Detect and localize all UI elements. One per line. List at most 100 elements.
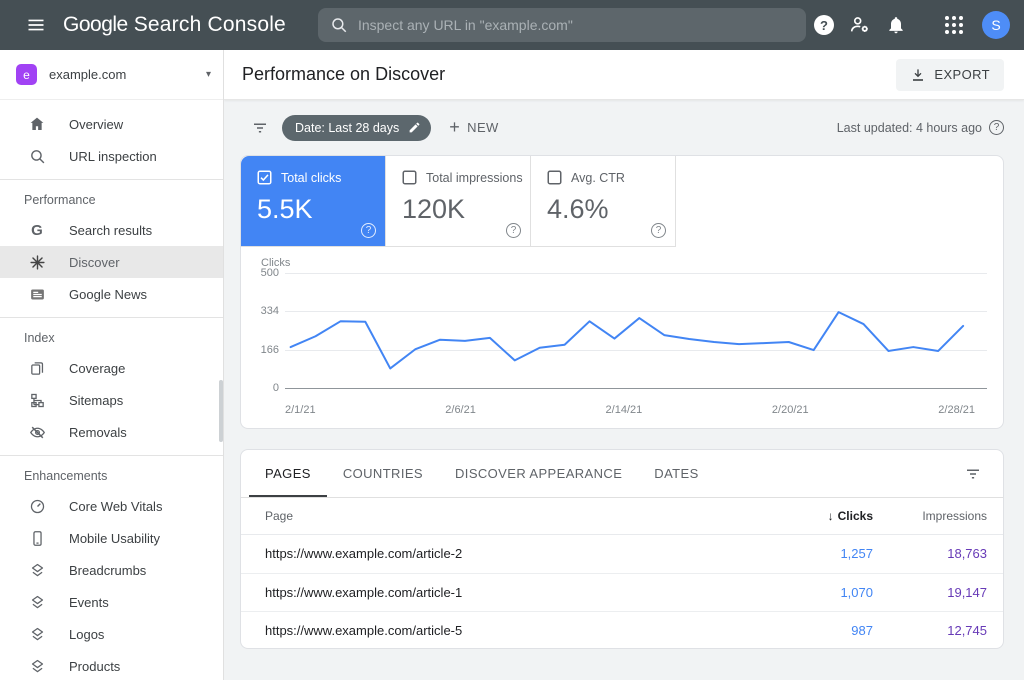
user-settings-button[interactable] [842,7,878,43]
date-filter-chip[interactable]: Date: Last 28 days [282,114,432,141]
sidebar-item-events[interactable]: Events [0,586,223,618]
last-updated-text: Last updated: 4 hours ago [836,120,982,135]
sidebar-item-removals[interactable]: Removals [0,416,223,448]
discover-sparkle-icon [28,253,46,271]
sidebar-item-label: Coverage [69,360,126,376]
filter-bar: Date: Last 28 days + NEW Last updated: 4… [224,100,1024,155]
new-filter-label: NEW [467,120,499,135]
chart-x-axis: 2/1/21 2/6/21 2/14/21 2/20/21 2/28/21 [285,388,987,416]
table-tabs: PAGES COUNTRIES DISCOVER APPEARANCE DATE… [241,450,1003,498]
metric-label: Total impressions [426,170,523,185]
column-header-impressions[interactable]: Impressions [873,509,1003,523]
url-inspect-input[interactable] [357,17,794,33]
metric-value: 4.6% [547,194,609,224]
apps-grid-icon [945,16,963,34]
sidebar-item-core-web-vitals[interactable]: Core Web Vitals [0,490,223,522]
eye-off-icon [28,423,46,441]
bell-icon [886,15,906,35]
topbar: Google Search Console ? [0,0,1024,50]
metric-total-clicks[interactable]: Total clicks 5.5K ? [241,156,386,246]
page-url[interactable]: https://www.example.com/article-2 [241,546,763,561]
chart-plot-area[interactable]: 500 334 166 0 [261,267,987,394]
x-tick: 2/20/21 [771,404,809,416]
y-tick: 334 [260,305,279,318]
property-selector[interactable]: e example.com ▾ [0,50,223,100]
metric-avg-ctr[interactable]: Avg. CTR 4.6% ? [531,156,676,246]
sidebar-item-products[interactable]: Products [0,650,223,680]
news-icon [28,285,46,303]
tab-dates[interactable]: DATES [638,450,714,497]
sidebar-scrollbar[interactable] [219,380,223,442]
url-inspect-searchbar[interactable] [317,8,806,42]
metric-value: 5.5K [257,194,313,224]
export-label: EXPORT [934,67,990,82]
metric-label: Avg. CTR [571,170,625,185]
sidebar-item-discover[interactable]: Discover [0,246,223,278]
sidebar-item-overview[interactable]: Overview [0,108,223,140]
help-circle-icon[interactable]: ? [506,223,521,238]
tab-countries[interactable]: COUNTRIES [327,450,439,497]
metric-total-impressions[interactable]: Total impressions 120K ? [386,156,531,246]
sort-desc-icon: ↓ [827,509,834,523]
sidebar-item-coverage[interactable]: Coverage [0,352,223,384]
page-url[interactable]: https://www.example.com/article-1 [241,585,763,600]
y-tick: 0 [272,382,279,394]
impressions-value: 19,147 [947,584,987,600]
checkbox-unchecked-icon[interactable] [402,170,417,185]
layers-diamond-icon [28,593,46,611]
sidebar: e example.com ▾ Overview URL inspection [0,50,224,680]
sidebar-item-label: URL inspection [69,148,157,164]
clicks-line-chart-svg [285,273,987,388]
help-circle-icon[interactable]: ? [361,223,376,238]
hamburger-icon [26,15,46,35]
table-row[interactable]: https://www.example.com/article-2 1,257 … [241,535,1003,574]
sidebar-item-label: Mobile Usability [69,530,161,546]
sidebar-item-label: Core Web Vitals [69,498,163,514]
column-header-clicks[interactable]: ↓ Clicks [763,509,873,523]
checkbox-unchecked-icon[interactable] [547,170,562,185]
sidebar-item-sitemaps[interactable]: Sitemaps [0,384,223,416]
export-button[interactable]: EXPORT [896,58,1004,91]
clicks-value: 1,257 [840,546,873,562]
filter-button[interactable] [246,114,274,142]
property-name: example.com [49,67,127,82]
menu-button[interactable] [16,5,55,45]
checkbox-checked-icon[interactable] [257,170,272,185]
avatar[interactable]: S [982,11,1010,39]
impressions-value: 18,763 [947,546,987,562]
help-circle-icon[interactable]: ? [651,223,666,238]
filter-list-icon [251,119,269,137]
help-button[interactable]: ? [806,7,842,43]
metric-value: 120K [402,194,466,224]
sidebar-item-search-results[interactable]: G Search results [0,214,223,246]
new-filter-button[interactable]: + NEW [449,117,498,138]
sidebar-item-mobile-usability[interactable]: Mobile Usability [0,522,223,554]
table-row[interactable]: https://www.example.com/article-1 1,070 … [241,574,1003,612]
app-logo[interactable]: Google Search Console [63,13,286,37]
tab-discover-appearance[interactable]: DISCOVER APPEARANCE [439,450,638,497]
sidebar-item-logos[interactable]: Logos [0,618,223,650]
table-filter-button[interactable] [959,460,987,488]
dimensions-table-card: PAGES COUNTRIES DISCOVER APPEARANCE DATE… [240,449,1004,649]
help-circle-icon[interactable]: ? [989,120,1004,135]
column-header-page[interactable]: Page [241,509,763,523]
layers-diamond-icon [28,657,46,675]
sidebar-item-google-news[interactable]: Google News [0,278,223,310]
page-url[interactable]: https://www.example.com/article-5 [241,623,763,638]
search-icon [330,16,348,34]
x-tick: 2/1/21 [285,404,316,416]
logo-google: Google [63,13,128,36]
section-label-index: Index [24,331,55,345]
date-chip-label: Date: Last 28 days [295,120,400,135]
y-tick: 166 [260,343,279,356]
table-row[interactable]: https://www.example.com/article-5 987 12… [241,612,1003,648]
google-apps-button[interactable] [936,7,972,43]
pages-copy-icon [28,359,46,377]
sidebar-item-breadcrumbs[interactable]: Breadcrumbs [0,554,223,586]
sidebar-item-url-inspection[interactable]: URL inspection [0,140,223,172]
tab-pages[interactable]: PAGES [249,450,327,497]
page-header: Performance on Discover EXPORT [224,50,1024,100]
plus-icon: + [449,117,461,137]
notifications-button[interactable] [878,7,914,43]
user-gear-icon [849,14,871,36]
